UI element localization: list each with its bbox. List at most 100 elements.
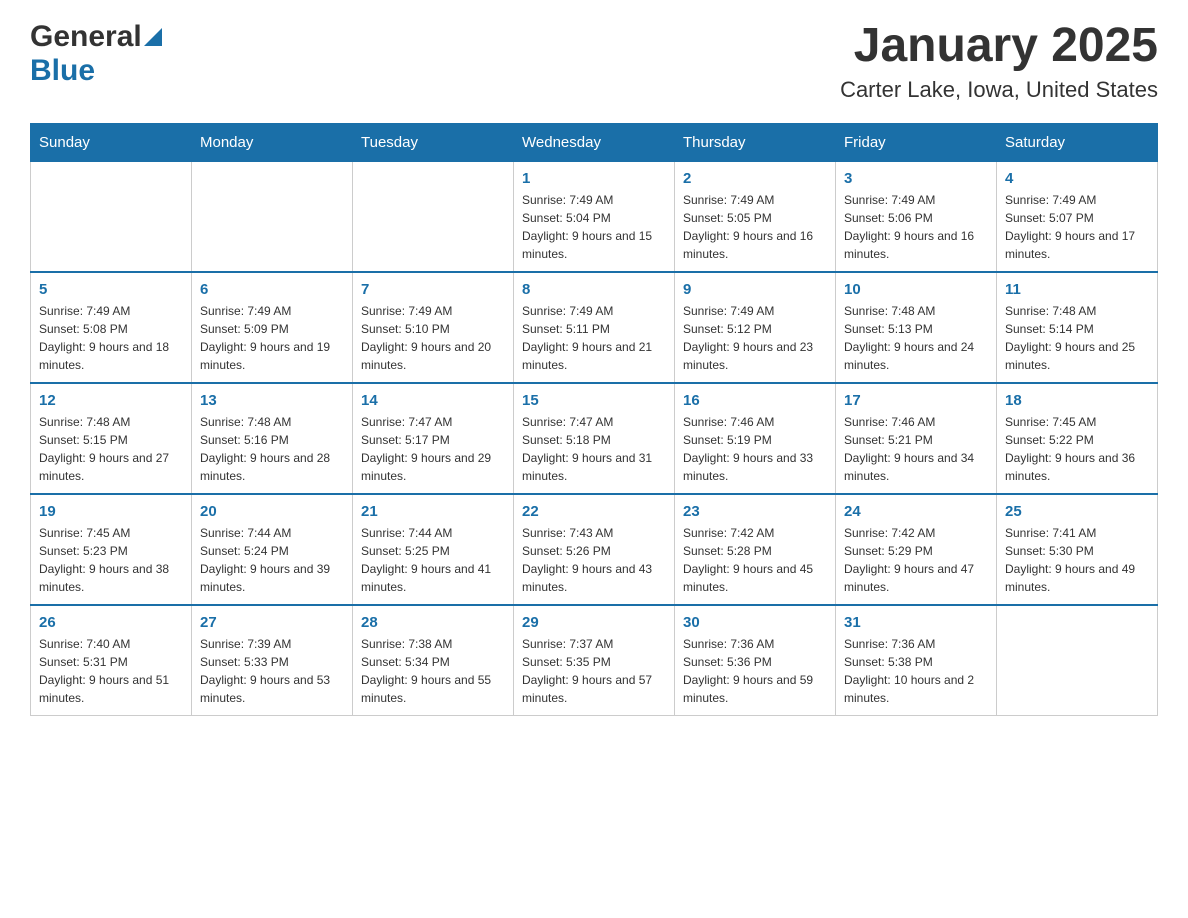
day-info: Sunrise: 7:44 AMSunset: 5:25 PMDaylight:… (361, 524, 505, 596)
day-info: Sunrise: 7:46 AMSunset: 5:21 PMDaylight:… (844, 413, 988, 485)
day-info: Sunrise: 7:49 AMSunset: 5:11 PMDaylight:… (522, 302, 666, 374)
calendar-cell: 20 Sunrise: 7:44 AMSunset: 5:24 PMDayligh… (192, 494, 353, 605)
calendar-cell: 28Sunrise: 7:38 AMSunset: 5:34 PMDayligh… (353, 605, 514, 716)
calendar-header-saturday: Saturday (997, 123, 1158, 161)
calendar-cell: 26 Sunrise: 7:40 AMSunset: 5:31 PMDayligh… (31, 605, 192, 716)
day-number: 26 (39, 614, 183, 631)
day-number: 14 (361, 392, 505, 409)
day-info: Sunrise: 7:41 AMSunset: 5:30 PMDaylight:… (1005, 524, 1149, 596)
calendar-table: SundayMondayTuesdayWednesdayThursdayFrid… (30, 123, 1158, 716)
day-number: 7 (361, 281, 505, 298)
page-header: General Blue January 2025 Carter Lake, I… (30, 20, 1158, 103)
day-number: 11 (1005, 281, 1149, 298)
calendar-header-friday: Friday (836, 123, 997, 161)
calendar-cell: 12 Sunrise: 7:48 AMSunset: 5:15 PMDayligh… (31, 383, 192, 494)
day-number: 27 (200, 614, 344, 631)
day-info: Sunrise: 7:44 AMSunset: 5:24 PMDaylight:… (200, 524, 344, 596)
day-info: Sunrise: 7:40 AMSunset: 5:31 PMDaylight:… (39, 635, 183, 707)
calendar-cell: 10Sunrise: 7:48 AMSunset: 5:13 PMDayligh… (836, 272, 997, 383)
day-info: Sunrise: 7:49 AMSunset: 5:10 PMDaylight:… (361, 302, 505, 374)
day-number: 20 (200, 503, 344, 520)
day-number: 24 (844, 503, 988, 520)
day-info: Sunrise: 7:49 AMSunset: 5:12 PMDaylight:… (683, 302, 827, 374)
day-info: Sunrise: 7:49 AMSunset: 5:04 PMDaylight:… (522, 191, 666, 263)
calendar-cell: 27 Sunrise: 7:39 AMSunset: 5:33 PMDayligh… (192, 605, 353, 716)
calendar-header-sunday: Sunday (31, 123, 192, 161)
day-number: 21 (361, 503, 505, 520)
day-number: 2 (683, 170, 827, 187)
day-info: Sunrise: 7:46 AMSunset: 5:19 PMDaylight:… (683, 413, 827, 485)
day-info: Sunrise: 7:37 AMSunset: 5:35 PMDaylight:… (522, 635, 666, 707)
day-number: 12 (39, 392, 183, 409)
calendar-cell: 31 Sunrise: 7:36 AMSunset: 5:38 PMDayligh… (836, 605, 997, 716)
calendar-cell: 3 Sunrise: 7:49 AMSunset: 5:06 PMDaylight… (836, 161, 997, 272)
calendar-cell: 30 Sunrise: 7:36 AMSunset: 5:36 PMDayligh… (675, 605, 836, 716)
calendar-cell: 9Sunrise: 7:49 AMSunset: 5:12 PMDaylight… (675, 272, 836, 383)
day-info: Sunrise: 7:36 AMSunset: 5:38 PMDaylight:… (844, 635, 988, 707)
day-number: 5 (39, 281, 183, 298)
calendar-week-row: 5Sunrise: 7:49 AMSunset: 5:08 PMDaylight… (31, 272, 1158, 383)
calendar-cell: 21 Sunrise: 7:44 AMSunset: 5:25 PMDayligh… (353, 494, 514, 605)
day-info: Sunrise: 7:48 AMSunset: 5:15 PMDaylight:… (39, 413, 183, 485)
calendar-cell: 14 Sunrise: 7:47 AMSunset: 5:17 PMDayligh… (353, 383, 514, 494)
day-info: Sunrise: 7:47 AMSunset: 5:18 PMDaylight:… (522, 413, 666, 485)
calendar-week-row: 1 Sunrise: 7:49 AMSunset: 5:04 PMDaylight… (31, 161, 1158, 272)
calendar-subtitle: Carter Lake, Iowa, United States (840, 77, 1158, 103)
calendar-week-row: 12 Sunrise: 7:48 AMSunset: 5:15 PMDayligh… (31, 383, 1158, 494)
calendar-cell: 17 Sunrise: 7:46 AMSunset: 5:21 PMDayligh… (836, 383, 997, 494)
day-info: Sunrise: 7:36 AMSunset: 5:36 PMDaylight:… (683, 635, 827, 707)
day-number: 23 (683, 503, 827, 520)
day-number: 22 (522, 503, 666, 520)
calendar-cell: 1 Sunrise: 7:49 AMSunset: 5:04 PMDaylight… (514, 161, 675, 272)
day-info: Sunrise: 7:49 AMSunset: 5:05 PMDaylight:… (683, 191, 827, 263)
day-number: 15 (522, 392, 666, 409)
day-info: Sunrise: 7:47 AMSunset: 5:17 PMDaylight:… (361, 413, 505, 485)
calendar-header-thursday: Thursday (675, 123, 836, 161)
day-info: Sunrise: 7:49 AMSunset: 5:07 PMDaylight:… (1005, 191, 1149, 263)
day-info: Sunrise: 7:48 AMSunset: 5:14 PMDaylight:… (1005, 302, 1149, 374)
calendar-cell (192, 161, 353, 272)
calendar-cell: 7 Sunrise: 7:49 AMSunset: 5:10 PMDaylight… (353, 272, 514, 383)
title-section: January 2025 Carter Lake, Iowa, United S… (840, 20, 1158, 103)
day-number: 10 (844, 281, 988, 298)
day-info: Sunrise: 7:48 AMSunset: 5:16 PMDaylight:… (200, 413, 344, 485)
logo: General Blue (30, 20, 162, 88)
logo-general-text: General (30, 20, 142, 54)
day-info: Sunrise: 7:39 AMSunset: 5:33 PMDaylight:… (200, 635, 344, 707)
day-number: 8 (522, 281, 666, 298)
day-number: 16 (683, 392, 827, 409)
day-number: 28 (361, 614, 505, 631)
day-info: Sunrise: 7:49 AMSunset: 5:06 PMDaylight:… (844, 191, 988, 263)
day-number: 25 (1005, 503, 1149, 520)
calendar-cell: 5Sunrise: 7:49 AMSunset: 5:08 PMDaylight… (31, 272, 192, 383)
calendar-header-row: SundayMondayTuesdayWednesdayThursdayFrid… (31, 123, 1158, 161)
calendar-cell: 6 Sunrise: 7:49 AMSunset: 5:09 PMDaylight… (192, 272, 353, 383)
calendar-title: January 2025 (840, 20, 1158, 73)
day-number: 19 (39, 503, 183, 520)
day-info: Sunrise: 7:42 AMSunset: 5:29 PMDaylight:… (844, 524, 988, 596)
day-number: 17 (844, 392, 988, 409)
calendar-cell (997, 605, 1158, 716)
day-info: Sunrise: 7:45 AMSunset: 5:22 PMDaylight:… (1005, 413, 1149, 485)
calendar-cell: 25 Sunrise: 7:41 AMSunset: 5:30 PMDayligh… (997, 494, 1158, 605)
day-info: Sunrise: 7:49 AMSunset: 5:09 PMDaylight:… (200, 302, 344, 374)
day-number: 30 (683, 614, 827, 631)
calendar-cell: 16 Sunrise: 7:46 AMSunset: 5:19 PMDayligh… (675, 383, 836, 494)
calendar-cell: 2 Sunrise: 7:49 AMSunset: 5:05 PMDaylight… (675, 161, 836, 272)
logo-blue-text: Blue (30, 54, 95, 88)
calendar-cell: 23 Sunrise: 7:42 AMSunset: 5:28 PMDayligh… (675, 494, 836, 605)
calendar-header-wednesday: Wednesday (514, 123, 675, 161)
day-number: 6 (200, 281, 344, 298)
day-number: 4 (1005, 170, 1149, 187)
calendar-cell: 29 Sunrise: 7:37 AMSunset: 5:35 PMDayligh… (514, 605, 675, 716)
day-number: 29 (522, 614, 666, 631)
day-info: Sunrise: 7:42 AMSunset: 5:28 PMDaylight:… (683, 524, 827, 596)
calendar-cell: 13Sunrise: 7:48 AMSunset: 5:16 PMDayligh… (192, 383, 353, 494)
calendar-header-tuesday: Tuesday (353, 123, 514, 161)
day-number: 3 (844, 170, 988, 187)
day-info: Sunrise: 7:43 AMSunset: 5:26 PMDaylight:… (522, 524, 666, 596)
calendar-cell: 19 Sunrise: 7:45 AMSunset: 5:23 PMDayligh… (31, 494, 192, 605)
day-number: 31 (844, 614, 988, 631)
day-number: 1 (522, 170, 666, 187)
day-info: Sunrise: 7:45 AMSunset: 5:23 PMDaylight:… (39, 524, 183, 596)
